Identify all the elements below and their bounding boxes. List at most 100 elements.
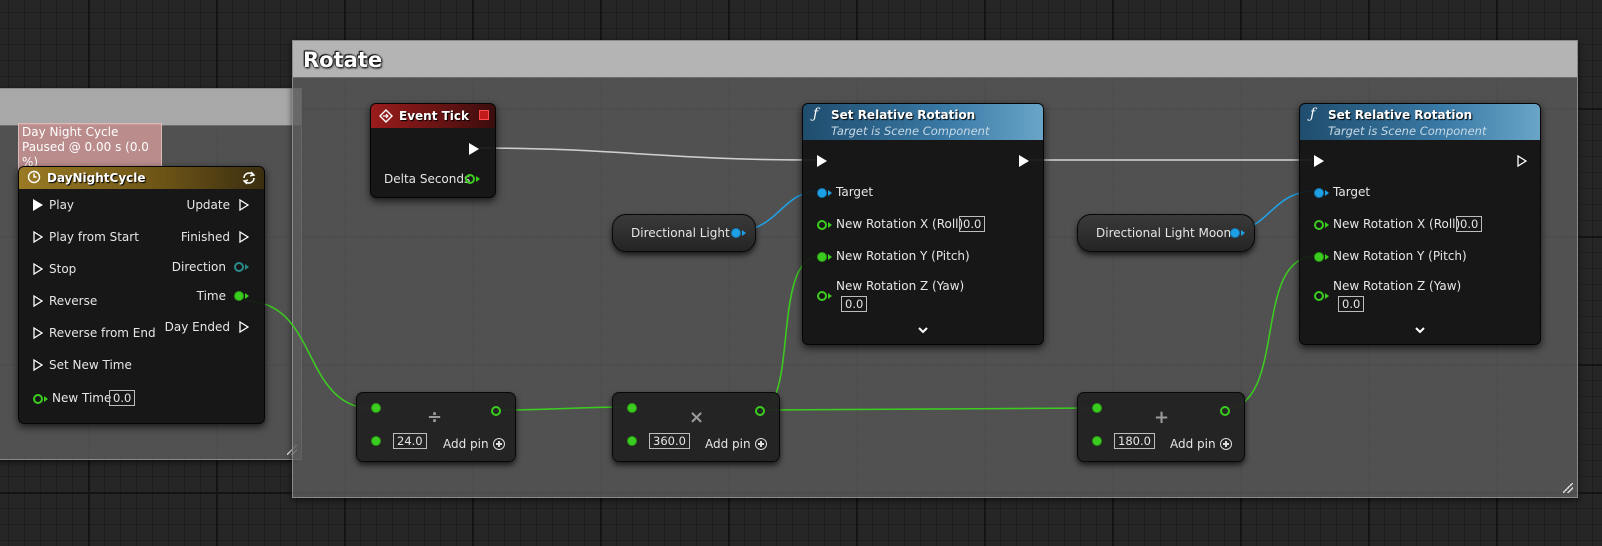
- timeline-status-tooltip: Day Night Cycle Paused @ 0.00 s (0.0 %): [18, 123, 162, 172]
- float-out-add[interactable]: [1220, 406, 1230, 416]
- exec-in-stop[interactable]: [33, 263, 43, 275]
- directional-light-label: Directional Light: [631, 226, 730, 240]
- add-node[interactable]: 180.0 + Add pin: [1077, 392, 1245, 462]
- event-tick-node[interactable]: Event Tick Delta Seconds: [370, 103, 496, 198]
- divide-operator-icon: ÷: [427, 407, 443, 428]
- float-in-roll-2[interactable]: [1314, 220, 1324, 230]
- pin-delta-seconds: Delta Seconds: [384, 172, 471, 186]
- pin-new-time: New Time: [52, 391, 112, 405]
- float-out-multiply[interactable]: [755, 406, 765, 416]
- pin-direction: Direction: [171, 260, 226, 274]
- object-in-target-2[interactable]: [1314, 188, 1324, 198]
- float-out-delta-seconds[interactable]: [465, 174, 475, 184]
- pin-roll-1: New Rotation X (Roll): [836, 217, 964, 231]
- pin-finished: Finished: [180, 230, 230, 244]
- float-in-a-multiply[interactable]: [627, 403, 637, 413]
- float-in-pitch-2[interactable]: [1314, 252, 1324, 262]
- expand-chevron-icon[interactable]: [917, 324, 929, 334]
- directional-light-variable[interactable]: Directional Light: [612, 214, 756, 252]
- object-out-directional-light[interactable]: [731, 228, 741, 238]
- exec-out-set-rotation-1[interactable]: [1019, 155, 1029, 167]
- roll-input-1[interactable]: 0.0: [959, 216, 986, 232]
- divide-node[interactable]: 24.0 ÷ Add pin: [356, 392, 516, 462]
- set-rotation-2-title: Set Relative Rotation: [1328, 108, 1473, 122]
- directional-light-moon-label: Directional Light Moon: [1096, 226, 1232, 240]
- float-in-pitch-1[interactable]: [817, 252, 827, 262]
- pin-pitch-1: New Rotation Y (Pitch): [836, 249, 970, 263]
- expand-chevron-icon[interactable]: [1414, 324, 1426, 334]
- set-rotation-1-subtitle: Target is Scene Component: [831, 124, 990, 138]
- float-in-a-divide[interactable]: [371, 403, 381, 413]
- add-pin-icon[interactable]: [1220, 438, 1232, 450]
- float-in-b-add[interactable]: [1092, 436, 1102, 446]
- exec-out-event-tick[interactable]: [469, 143, 479, 155]
- float-in-yaw-1[interactable]: [817, 291, 827, 301]
- pin-update: Update: [186, 198, 230, 212]
- yaw-input-1[interactable]: 0.0: [841, 296, 868, 312]
- float-in-roll-1[interactable]: [817, 220, 827, 230]
- exec-in-set-new-time[interactable]: [33, 359, 43, 371]
- pin-set-new-time: Set New Time: [49, 358, 132, 372]
- pin-yaw-1: New Rotation Z (Yaw): [836, 279, 965, 293]
- divide-b-input[interactable]: 24.0: [393, 433, 427, 449]
- pin-reverse: Reverse: [49, 294, 98, 308]
- directional-light-moon-variable[interactable]: Directional Light Moon: [1077, 214, 1255, 252]
- new-time-input[interactable]: 0.0: [109, 390, 136, 406]
- exec-out-day-ended[interactable]: [239, 321, 249, 333]
- exec-in-set-rotation-1[interactable]: [817, 155, 827, 167]
- divide-add-pin-label[interactable]: Add pin: [443, 437, 489, 451]
- add-operator-icon: +: [1154, 407, 1170, 428]
- tooltip-line-1: Day Night Cycle: [22, 125, 119, 139]
- set-rotation-2-subtitle: Target is Scene Component: [1328, 124, 1487, 138]
- pin-play: Play: [49, 198, 75, 212]
- yaw-input-2[interactable]: 0.0: [1338, 296, 1365, 312]
- float-out-time[interactable]: [234, 291, 244, 301]
- exec-out-update[interactable]: [239, 199, 249, 211]
- pin-roll-2: New Rotation X (Roll): [1333, 217, 1461, 231]
- pin-target-2: Target: [1333, 185, 1371, 199]
- exec-in-play-from-start[interactable]: [33, 231, 43, 243]
- enum-out-direction[interactable]: [234, 262, 244, 272]
- event-diamond-icon: [379, 109, 393, 123]
- exec-in-reverse[interactable]: [33, 295, 43, 307]
- event-tick-title: Event Tick: [399, 109, 470, 123]
- pin-yaw-2: New Rotation Z (Yaw): [1333, 279, 1462, 293]
- exec-out-set-rotation-2[interactable]: [1517, 155, 1527, 167]
- function-icon: ƒ: [813, 106, 819, 122]
- float-out-divide[interactable]: [491, 406, 501, 416]
- set-relative-rotation-node-1[interactable]: ƒ Set Relative Rotation Target is Scene …: [802, 103, 1044, 345]
- float-in-b-divide[interactable]: [371, 436, 381, 446]
- timeline-title: DayNightCycle: [47, 171, 146, 185]
- exec-in-reverse-from-end[interactable]: [33, 327, 43, 339]
- add-pin-icon[interactable]: [493, 438, 505, 450]
- pin-day-ended: Day Ended: [164, 320, 230, 334]
- exec-in-set-rotation-2[interactable]: [1314, 155, 1324, 167]
- clock-icon: [27, 170, 41, 184]
- event-delegate-icon[interactable]: [479, 110, 489, 120]
- pin-stop: Stop: [49, 262, 77, 276]
- set-relative-rotation-node-2[interactable]: ƒ Set Relative Rotation Target is Scene …: [1299, 103, 1541, 345]
- exec-out-finished[interactable]: [239, 231, 249, 243]
- float-in-a-add[interactable]: [1092, 403, 1102, 413]
- add-add-pin-label[interactable]: Add pin: [1170, 437, 1216, 451]
- pin-time: Time: [196, 289, 226, 303]
- multiply-b-input[interactable]: 360.0: [649, 433, 690, 449]
- add-b-input[interactable]: 180.0: [1114, 433, 1155, 449]
- multiply-add-pin-label[interactable]: Add pin: [705, 437, 751, 451]
- float-in-new-time[interactable]: [33, 394, 43, 404]
- multiply-operator-icon: ×: [689, 407, 705, 428]
- function-icon: ƒ: [1310, 106, 1316, 122]
- object-in-target-1[interactable]: [817, 188, 827, 198]
- float-in-b-multiply[interactable]: [627, 436, 637, 446]
- object-out-directional-light-moon[interactable]: [1230, 228, 1240, 238]
- add-pin-icon[interactable]: [755, 438, 767, 450]
- pin-reverse-from-end: Reverse from End: [49, 326, 156, 340]
- multiply-node[interactable]: 360.0 × Add pin: [612, 392, 780, 462]
- float-in-yaw-2[interactable]: [1314, 291, 1324, 301]
- loop-icon[interactable]: [240, 169, 258, 187]
- set-rotation-1-title: Set Relative Rotation: [831, 108, 976, 122]
- timeline-node[interactable]: DayNightCycle Play Play from Start Stop …: [18, 166, 265, 424]
- exec-in-play[interactable]: [33, 199, 43, 211]
- roll-input-2[interactable]: 0.0: [1456, 216, 1483, 232]
- pin-target-1: Target: [836, 185, 874, 199]
